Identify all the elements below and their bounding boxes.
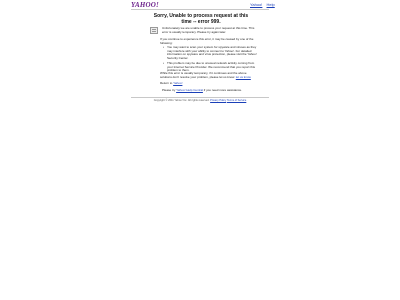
persistent-error-note: While this error is usually temporary, i…: [160, 71, 258, 79]
error-document-icon: [150, 27, 158, 34]
yahoo-logo[interactable]: YAHOO!: [131, 1, 159, 9]
return-line: Return to Yahoo!: [160, 81, 258, 86]
header-link-yahoo[interactable]: Yahoo!: [250, 2, 262, 7]
list-item: You may want to scan your system for spy…: [162, 45, 258, 61]
return-yahoo-link[interactable]: Yahoo!: [173, 81, 182, 85]
header-divider: [131, 9, 269, 10]
footer: Copyright © 2011 Yahoo! Inc. All rights …: [131, 99, 269, 102]
help-prefix: Please try: [162, 88, 176, 92]
note-text: While this error is usually temporary, i…: [160, 71, 247, 79]
page-title: Sorry, Unable to process request at this…: [153, 13, 249, 25]
help-suffix: if you need more assistance.: [203, 88, 242, 92]
help-line: Please try Yahoo! Help Central if you ne…: [162, 88, 262, 93]
return-prefix: Return to: [160, 81, 173, 85]
copyright-text: Copyright © 2011 Yahoo! Inc. All rights …: [153, 99, 210, 102]
help-central-link[interactable]: Yahoo! Help Central: [176, 88, 203, 92]
privacy-policy-link[interactable]: Privacy Policy: [210, 99, 226, 102]
intro-text: Unfortunately we are unable to process y…: [162, 26, 255, 34]
header-links: Yahoo! Help: [250, 2, 278, 7]
causes-list: You may want to scan your system for spy…: [162, 45, 258, 74]
terms-of-service-link[interactable]: Terms of Service: [227, 99, 246, 102]
let-us-know-link[interactable]: let us know: [236, 75, 251, 79]
cause-item-text: You may want to scan your system for spy…: [167, 45, 257, 61]
footer-divider: [131, 97, 269, 98]
error-page: YAHOO! Yahoo! Help Sorry, Unable to proc…: [0, 0, 400, 300]
header-link-help[interactable]: Help: [267, 2, 275, 7]
